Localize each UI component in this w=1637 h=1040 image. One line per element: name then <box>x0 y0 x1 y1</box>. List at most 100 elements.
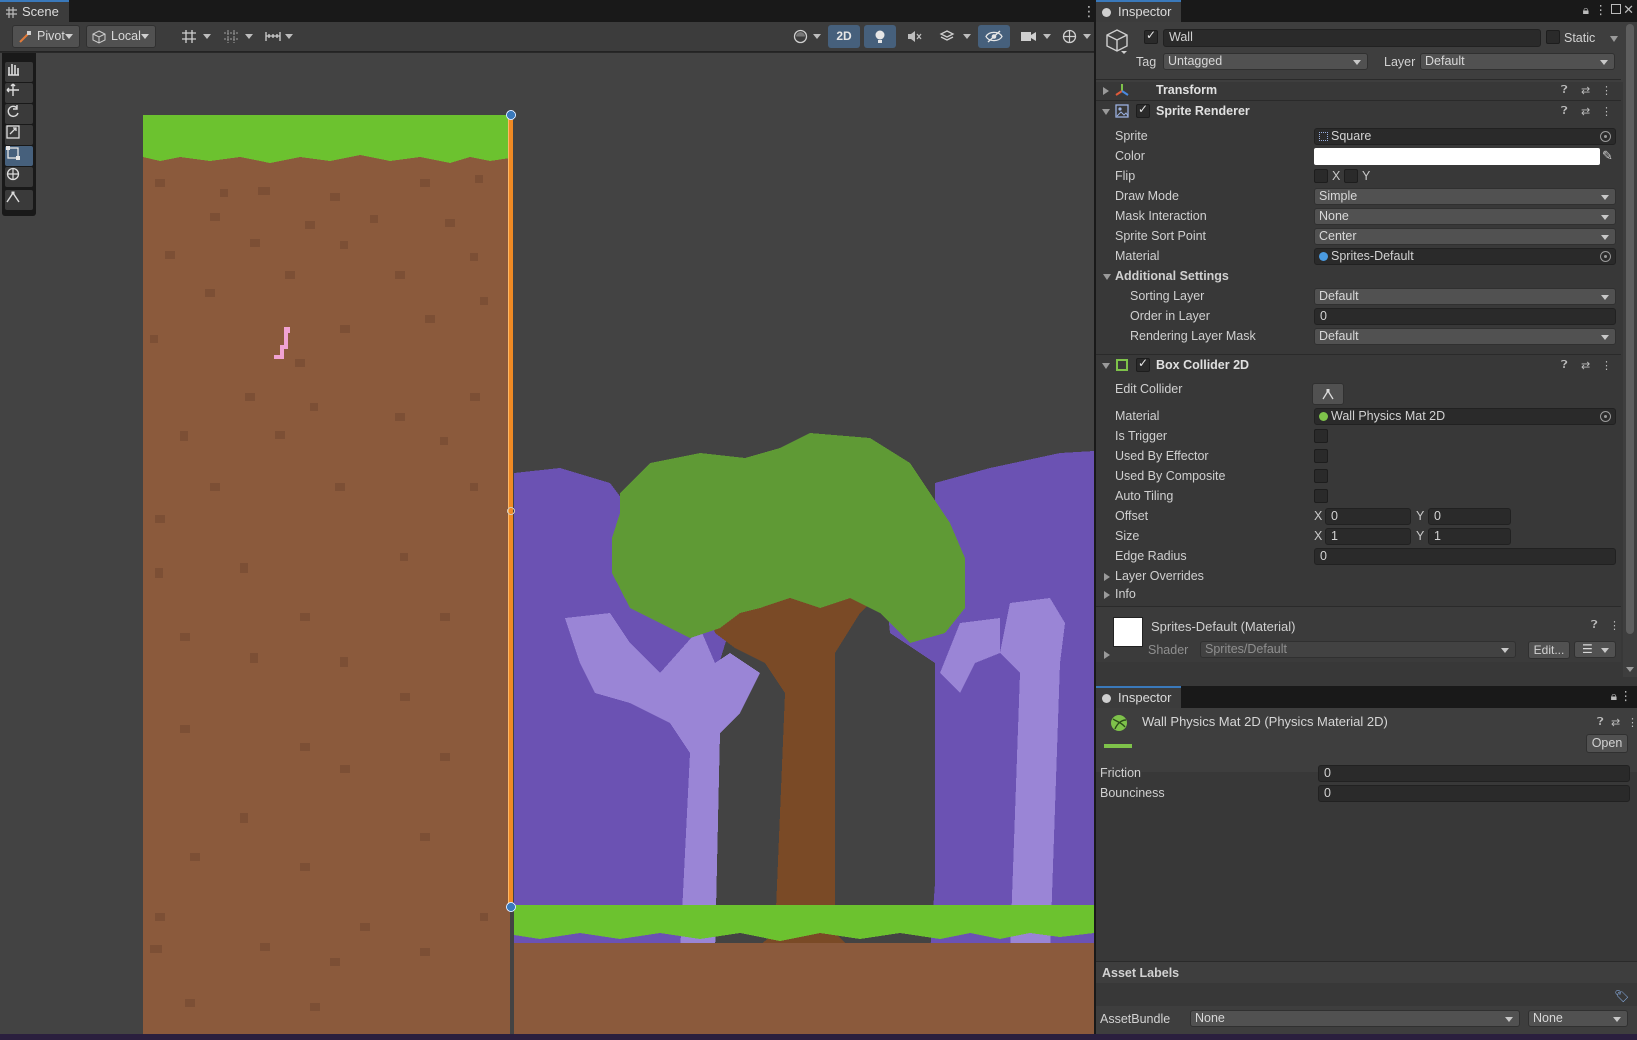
order-in-layer-field[interactable]: 0 <box>1314 308 1616 325</box>
info-fold-icon[interactable] <box>1104 591 1110 599</box>
bounciness-field[interactable]: 0 <box>1318 785 1630 802</box>
wall-sprite[interactable] <box>143 115 510 1034</box>
rotate-tool[interactable] <box>5 104 33 124</box>
rendering-layer-mask-dropdown[interactable]: Default <box>1314 328 1616 345</box>
box-collider-header[interactable]: Box Collider 2D ❓︎ ⇄ ⋮ <box>1096 354 1621 376</box>
camera-dropdown[interactable] <box>1014 25 1054 48</box>
offset-x-field[interactable]: 0 <box>1325 508 1411 525</box>
sprite-renderer-header[interactable]: Sprite Renderer ❓︎ ⇄ ⋮ <box>1096 100 1621 122</box>
local-dropdown[interactable]: Local <box>86 25 156 48</box>
edge-radius-field[interactable]: 0 <box>1314 548 1616 565</box>
selection-edge[interactable] <box>509 115 513 907</box>
component-menu-icon[interactable]: ⋮ <box>1609 619 1620 632</box>
flip-x-checkbox[interactable] <box>1314 169 1328 183</box>
sr-material-object-field[interactable]: Sprites-Default <box>1314 248 1616 265</box>
scene-menu-icon[interactable]: ⋮ <box>1082 4 1096 18</box>
object-name-field[interactable]: Wall <box>1163 29 1541 47</box>
transform-tool[interactable] <box>5 167 33 187</box>
layer-overrides-row[interactable]: Layer Overrides <box>1096 567 1621 587</box>
size-x-field[interactable]: 1 <box>1325 528 1411 545</box>
scroll-down-icon[interactable] <box>1626 667 1634 672</box>
info-row[interactable]: Info <box>1096 585 1621 605</box>
window-menu-icon[interactable]: ⋮ <box>1620 688 1633 703</box>
object-picker-icon[interactable] <box>1600 411 1611 422</box>
open-button[interactable]: Open <box>1586 734 1628 753</box>
shader-dropdown[interactable]: Sprites/Default <box>1200 641 1516 658</box>
move-tool[interactable] <box>5 83 33 103</box>
tab-inspector[interactable]: Inspector <box>1096 0 1182 22</box>
assetbundle-dropdown[interactable]: None <box>1190 1010 1520 1027</box>
increment-snap-button[interactable] <box>260 25 296 48</box>
help-icon[interactable]: ❓︎ <box>1561 84 1568 97</box>
effects-dropdown[interactable] <box>934 25 974 48</box>
draw-mode-button[interactable] <box>788 25 824 48</box>
rect-tool[interactable] <box>5 146 33 166</box>
additional-settings-row[interactable]: Additional Settings <box>1096 267 1621 287</box>
gizmos-dropdown[interactable] <box>1056 25 1094 48</box>
custom-tool[interactable] <box>5 190 33 210</box>
help-icon[interactable]: ❓︎ <box>1597 716 1604 729</box>
edit-collider-button[interactable] <box>1312 383 1344 405</box>
size-y-field[interactable]: 1 <box>1428 528 1511 545</box>
lighting-toggle[interactable] <box>864 25 896 48</box>
lock-icon[interactable]: 🔒︎ <box>1611 689 1617 704</box>
box-collider-enabled-checkbox[interactable] <box>1136 356 1150 372</box>
tag-dropdown[interactable]: Untagged <box>1163 53 1368 70</box>
tag-icon[interactable]: 🏷︎ <box>1614 989 1629 1003</box>
flip-y-checkbox[interactable] <box>1344 169 1358 183</box>
maximize-icon[interactable] <box>1611 4 1621 14</box>
auto-tiling-checkbox[interactable] <box>1314 489 1328 503</box>
material-edit-button[interactable]: Edit... <box>1528 641 1570 659</box>
friction-field[interactable]: 0 <box>1318 765 1630 782</box>
used-by-composite-checkbox[interactable] <box>1314 469 1328 483</box>
static-checkbox[interactable] <box>1546 30 1560 44</box>
tab-scene[interactable]: Scene <box>0 0 69 22</box>
color-swatch[interactable] <box>1314 148 1600 165</box>
material-options-dropdown[interactable]: ☰ <box>1574 641 1616 658</box>
offset-y-field[interactable]: 0 <box>1428 508 1511 525</box>
used-by-effector-checkbox[interactable] <box>1314 449 1328 463</box>
presets-icon[interactable]: ⇄ <box>1581 84 1590 97</box>
sprite-object-field[interactable]: Square <box>1314 128 1616 145</box>
object-picker-icon[interactable] <box>1600 131 1611 142</box>
audio-toggle[interactable] <box>900 25 930 48</box>
material-fold-icon[interactable] <box>1104 651 1110 659</box>
window-menu-icon[interactable]: ⋮ <box>1595 2 1608 17</box>
bc-material-object-field[interactable]: Wall Physics Mat 2D <box>1314 408 1616 425</box>
is-trigger-checkbox[interactable] <box>1314 429 1328 443</box>
object-picker-icon[interactable] <box>1600 251 1611 262</box>
rect-handle-top[interactable] <box>506 110 516 120</box>
component-menu-icon[interactable]: ⋮ <box>1601 84 1612 97</box>
static-dropdown-icon[interactable] <box>1610 36 1618 42</box>
presets-icon[interactable]: ⇄ <box>1611 716 1620 729</box>
presets-icon[interactable]: ⇄ <box>1581 105 1590 118</box>
pivot-dropdown[interactable]: Pivot <box>12 25 80 48</box>
component-menu-icon[interactable]: ⋮ <box>1601 105 1612 118</box>
transform-header[interactable]: Transform ❓︎ ⇄ ⋮ <box>1096 79 1621 101</box>
eyedropper-icon[interactable]: ✎ <box>1602 148 1613 164</box>
close-icon[interactable]: ✕ <box>1623 2 1634 18</box>
lock-icon[interactable]: 🔒︎ <box>1583 3 1589 18</box>
active-checkbox[interactable] <box>1144 28 1158 44</box>
additional-settings-fold-icon[interactable] <box>1103 274 1111 280</box>
component-menu-icon[interactable]: ⋮ <box>1601 359 1612 372</box>
scale-tool[interactable] <box>5 125 33 145</box>
assetbundle-variant-dropdown[interactable]: None <box>1528 1010 1628 1027</box>
hidden-objects-toggle[interactable] <box>978 25 1010 48</box>
box-collider-fold-icon[interactable] <box>1102 363 1110 369</box>
mask-interaction-dropdown[interactable]: None <box>1314 208 1616 225</box>
tab-inspector2[interactable]: Inspector <box>1096 686 1182 708</box>
draw-mode-dropdown[interactable]: Simple <box>1314 188 1616 205</box>
hand-tool[interactable] <box>5 62 33 82</box>
help-icon[interactable]: ❓︎ <box>1561 105 1568 118</box>
sort-point-dropdown[interactable]: Center <box>1314 228 1616 245</box>
presets-icon[interactable]: ⇄ <box>1581 359 1590 372</box>
sorting-layer-dropdown[interactable]: Default <box>1314 288 1616 305</box>
component-menu-icon[interactable]: ⋮ <box>1627 716 1637 729</box>
rect-handle-bottom[interactable] <box>506 902 516 912</box>
layer-dropdown[interactable]: Default <box>1420 53 1615 70</box>
inspector-scroll-thumb[interactable] <box>1626 24 1634 634</box>
sprite-renderer-enabled-checkbox[interactable] <box>1136 102 1150 118</box>
help-icon[interactable]: ❓︎ <box>1561 359 1568 372</box>
layer-overrides-fold-icon[interactable] <box>1104 573 1110 581</box>
